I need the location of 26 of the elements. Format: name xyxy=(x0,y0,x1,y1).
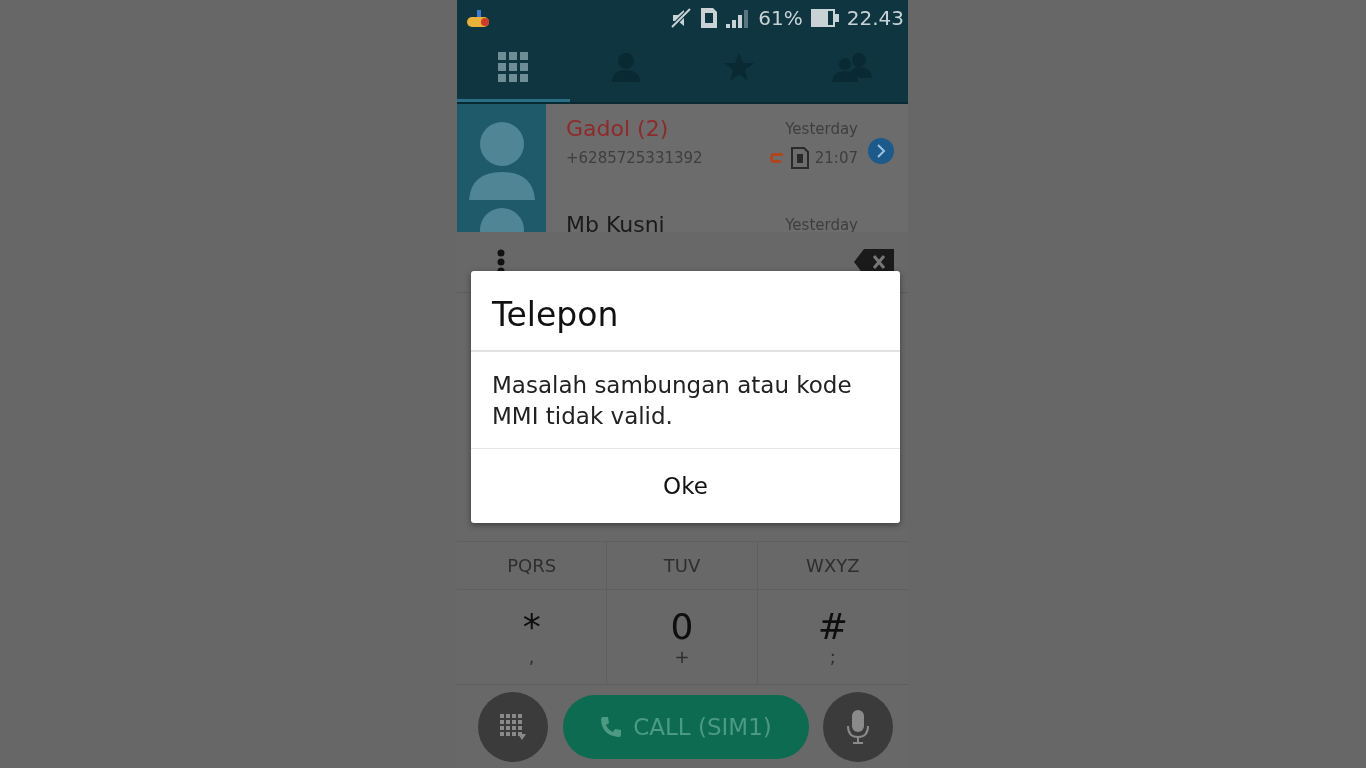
ok-button[interactable]: Oke xyxy=(471,449,900,524)
clock: 22.43 xyxy=(846,5,904,30)
signal-icon xyxy=(726,7,751,28)
battery-icon xyxy=(810,8,839,27)
microphone-icon xyxy=(847,709,869,744)
dialog-title: Telepon xyxy=(471,271,900,352)
mute-icon xyxy=(670,6,693,29)
dialpad-key[interactable]: * , xyxy=(457,589,608,684)
dialpad-key[interactable]: TUV xyxy=(607,541,758,589)
app-notification-icon xyxy=(467,7,491,28)
sim-card-icon xyxy=(700,6,719,29)
dialpad-key[interactable]: PQRS xyxy=(457,541,608,589)
sim-card-icon xyxy=(790,147,809,169)
dialpad-key[interactable]: 0 + xyxy=(607,589,758,684)
battery-percentage: 61% xyxy=(758,5,803,30)
phone-icon xyxy=(599,714,624,739)
dialpad-icon xyxy=(498,52,529,82)
dialpad-key[interactable]: # ; xyxy=(757,589,908,684)
contact-name: Gadol (2) xyxy=(566,116,669,141)
keypad-icon xyxy=(498,711,528,742)
contact-name: Mb Kusni xyxy=(566,212,665,232)
dialog-message: Masalah sambungan atau kode MMI tidak valid. xyxy=(471,352,900,450)
chevron-right-icon[interactable] xyxy=(868,138,894,164)
missed-call-icon xyxy=(768,151,785,165)
call-button[interactable]: CALL (SIM1) xyxy=(562,694,809,759)
dialpad-key[interactable]: WXYZ xyxy=(757,541,908,589)
